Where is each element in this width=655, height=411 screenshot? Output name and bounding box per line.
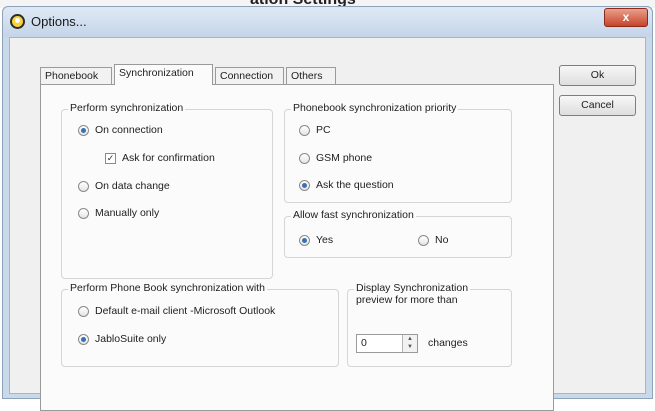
fast-sync-no-option[interactable]: No [418, 234, 448, 246]
close-button[interactable]: x [604, 8, 648, 27]
fast-sync-yes-option[interactable]: Yes [299, 234, 333, 246]
phonebook-sync-with-title: Perform Phone Book synchronization with [68, 282, 267, 294]
jablosuite-radio[interactable] [78, 333, 89, 345]
priority-gsm-radio[interactable] [299, 152, 310, 164]
default-client-radio[interactable] [78, 305, 89, 317]
priority-pc-radio[interactable] [299, 124, 310, 136]
manually-only-option[interactable]: Manually only [78, 207, 159, 219]
close-icon: x [622, 10, 630, 24]
manually-only-label: Manually only [95, 207, 160, 219]
preview-group: Display Synchronization preview for more … [347, 282, 512, 367]
fast-sync-yes-radio[interactable] [299, 234, 310, 246]
priority-ask-radio[interactable] [299, 179, 310, 191]
phonebook-sync-with-group: Perform Phone Book synchronization with … [61, 282, 339, 367]
ok-button[interactable]: Ok [559, 65, 636, 86]
default-client-option[interactable]: Default e-mail client -Microsoft Outlook [78, 305, 275, 317]
fast-sync-title: Allow fast synchronization [291, 209, 416, 221]
manually-only-radio[interactable] [78, 207, 89, 219]
title-bar[interactable]: Options... x [3, 7, 652, 37]
preview-title-line2: preview for more than [356, 294, 458, 306]
on-connection-option[interactable]: On connection [78, 124, 163, 136]
ask-confirmation-option[interactable]: ✓ Ask for confirmation [105, 152, 215, 164]
preview-count-spinner[interactable]: 0 ▲ ▼ [356, 334, 418, 353]
fast-sync-no-radio[interactable] [418, 234, 429, 246]
tab-connection[interactable]: Connection [215, 67, 284, 84]
fast-sync-no-label: No [435, 234, 449, 246]
priority-pc-label: PC [316, 124, 331, 136]
sync-priority-group: Phonebook synchronization priority PC GS… [284, 102, 512, 203]
on-connection-radio[interactable] [78, 124, 89, 136]
default-client-label: Default e-mail client -Microsoft Outlook [95, 305, 276, 317]
priority-gsm-label: GSM phone [316, 152, 373, 164]
preview-title-line1: Display Synchronization [356, 282, 469, 294]
fast-sync-yes-label: Yes [316, 234, 334, 246]
app-icon [10, 14, 25, 29]
dialog-client-area: Phonebook Synchronization Connection Oth… [9, 37, 646, 411]
priority-gsm-option[interactable]: GSM phone [299, 152, 372, 164]
jablosuite-label: JabloSuite only [95, 333, 167, 345]
priority-ask-label: Ask the question [316, 179, 394, 191]
window-title: Options... [31, 14, 87, 29]
ask-confirmation-checkbox[interactable]: ✓ [105, 152, 116, 164]
preview-count-value[interactable]: 0 [361, 337, 367, 349]
tab-synchronization[interactable]: Synchronization [114, 64, 213, 85]
perform-sync-title: Perform synchronization [68, 102, 186, 114]
on-data-change-radio[interactable] [78, 180, 89, 192]
spinner-arrows-icon[interactable]: ▲ ▼ [402, 335, 417, 352]
fast-sync-group: Allow fast synchronization Yes No [284, 209, 512, 258]
priority-ask-option[interactable]: Ask the question [299, 179, 394, 191]
sync-priority-title: Phonebook synchronization priority [291, 102, 459, 114]
tab-others[interactable]: Others [286, 67, 336, 84]
preview-unit-label: changes [428, 337, 468, 349]
options-dialog: Options... x Phonebook Synchronization C… [2, 6, 653, 411]
priority-pc-option[interactable]: PC [299, 124, 331, 136]
on-connection-label: On connection [95, 124, 163, 136]
tab-phonebook[interactable]: Phonebook [40, 67, 112, 84]
on-data-change-label: On data change [95, 180, 170, 192]
jablosuite-option[interactable]: JabloSuite only [78, 333, 166, 345]
on-data-change-option[interactable]: On data change [78, 180, 170, 192]
ask-confirmation-label: Ask for confirmation [122, 152, 215, 164]
synchronization-panel: Perform synchronization On connection ✓ A… [40, 84, 554, 411]
cancel-button[interactable]: Cancel [559, 95, 636, 116]
perform-sync-group: Perform synchronization On connection ✓ A… [61, 102, 273, 279]
preview-title: Display Synchronization preview for more … [354, 282, 471, 306]
